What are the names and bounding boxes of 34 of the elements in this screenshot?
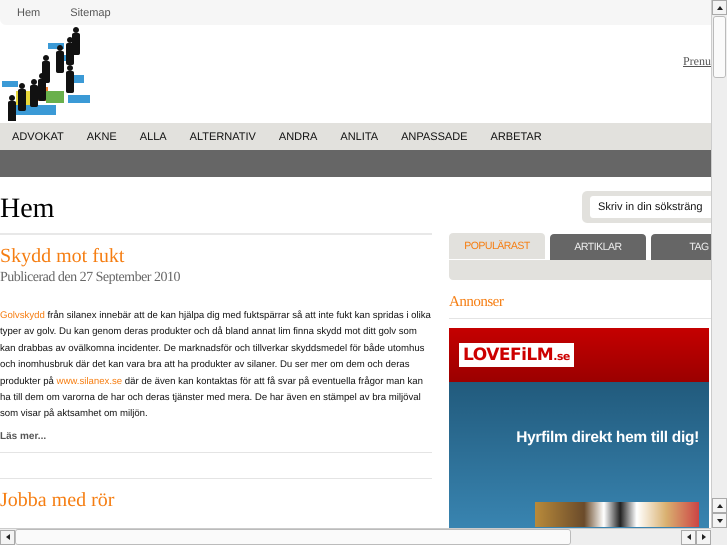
banner-slogan: Hyrfilm direkt hem till dig! <box>516 429 699 447</box>
menu-item[interactable]: ADVOKAT <box>12 130 64 142</box>
tab[interactable]: TAG <box>651 234 711 260</box>
scroll-up-button[interactable] <box>712 0 727 15</box>
menu-item[interactable]: ANDRA <box>278 130 318 142</box>
scrollbar-thumb[interactable] <box>713 16 726 78</box>
vertical-scrollbar[interactable] <box>711 0 727 528</box>
scroll-down-button[interactable] <box>712 513 727 528</box>
header-link[interactable]: Prenu <box>683 54 711 69</box>
article-date: Publicerad den 27 September 2010 <box>0 270 181 286</box>
top-nav-link[interactable]: Hem <box>17 6 40 18</box>
scrollbar-corner <box>711 528 727 545</box>
menu-item[interactable]: ALTERNATIV <box>190 130 256 142</box>
triangle-icon <box>4 533 12 541</box>
scroll-left-button[interactable] <box>681 530 696 544</box>
scrollbar-thumb[interactable] <box>15 529 571 545</box>
banner-logo: LOVEFiLM.se <box>459 343 574 367</box>
scroll-up-button[interactable] <box>712 498 727 513</box>
menu-item[interactable]: ARBETAR <box>490 130 542 142</box>
read-more-link[interactable]: Läs mer... <box>0 430 432 453</box>
search-field[interactable]: Skriv in din söksträng <box>590 196 711 218</box>
ad-banner[interactable]: Hyrfilm direkt hem till dig! <box>449 382 709 528</box>
menu-item[interactable]: AKNE <box>86 130 117 142</box>
article-text: Golvskydd från silanex innebär att de kan hjälpa dig med fuktspärrar så att inte fukt kan spridas i olika typer av golv. Du kan genom deras produkter och då bland annat lim finna skydd mot ditt golv som kan drabbas av ovälkomna incidenter. De marknadsför och tillverkar skyddsmedel för både utomhus och inomhusbruk där det kan vara bra att ha produkter av silaner. Du ser mer om dem och deras produkter på www.silanex.se där de även kan kontaktas för att få svar på eventuella frågor man kan ha till dem om varorna de har och deras tjänster med mera. De har även en stämpel av bra miljöval som visar på aktsamhet om miljön. <box>0 309 432 422</box>
menu-item[interactable]: ANLITA <box>340 130 378 142</box>
scroll-left-button[interactable] <box>0 530 15 544</box>
scroll-right-button[interactable] <box>696 530 711 544</box>
menu-item[interactable]: ALLA <box>140 130 167 142</box>
page-title: Hem <box>0 191 432 235</box>
top-nav-link[interactable]: Sitemap <box>70 6 111 18</box>
menu-item[interactable]: ANPASSADE <box>401 130 468 142</box>
triangle-icon <box>716 4 724 12</box>
horizontal-scrollbar[interactable] <box>0 528 711 545</box>
tab[interactable]: ARTIKLAR <box>550 234 646 260</box>
